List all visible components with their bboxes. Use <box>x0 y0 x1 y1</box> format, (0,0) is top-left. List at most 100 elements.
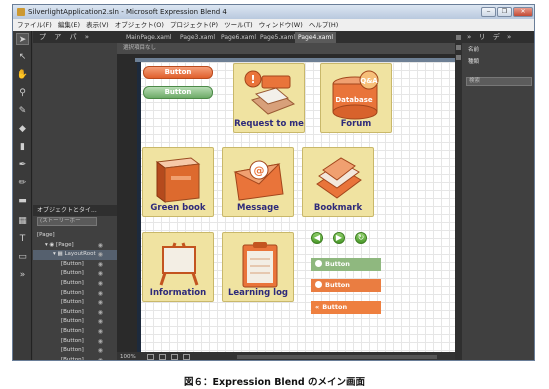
tile-request-to-me[interactable]: ! Request to me <box>233 63 305 133</box>
tab-page6[interactable]: Page6.xaml <box>218 32 259 43</box>
tab-page5[interactable]: Page5.xaml <box>257 32 298 43</box>
tab-more[interactable]: » <box>85 31 89 43</box>
panel-icon[interactable] <box>456 55 461 60</box>
pencil-tool-icon[interactable]: ✏ <box>16 177 29 189</box>
menu-project[interactable]: プロジェクト(P) <box>170 19 218 31</box>
tree-node[interactable]: ▾ ◉ [Page] ◉ <box>33 241 117 251</box>
visibility-eye-icon[interactable]: ◉ <box>98 289 103 299</box>
tab-parts[interactable]: パ <box>69 31 76 43</box>
visibility-eye-icon[interactable]: ◉ <box>98 241 103 251</box>
tab-collapse[interactable]: » <box>467 31 471 43</box>
tile-forum[interactable]: Q&A Database Forum <box>320 63 392 133</box>
visibility-eye-icon[interactable]: ◉ <box>98 327 103 337</box>
maximize-button[interactable]: ❐ <box>497 7 512 17</box>
effects-toggle-icon[interactable] <box>171 354 178 360</box>
tree-node[interactable]: [Button] ◉ <box>33 269 117 279</box>
svg-text:Q&A: Q&A <box>360 77 378 85</box>
tab-mainpage[interactable]: MainPage.xaml <box>123 32 175 43</box>
refresh-round-button[interactable]: ↻ <box>355 232 367 244</box>
visibility-eye-icon[interactable]: ◉ <box>98 279 103 289</box>
direct-selection-tool-icon[interactable]: ↖ <box>16 51 29 63</box>
left-panel: プ ア パ » オブジェクトとタイ... (ストーリーボー [Page] ▾ ◉ … <box>33 31 134 360</box>
tree-node[interactable]: [Page] <box>33 231 117 241</box>
tree-node[interactable]: [Button] ◉ <box>33 346 117 356</box>
visibility-eye-icon[interactable]: ◉ <box>98 346 103 356</box>
pin-icon[interactable] <box>456 35 461 40</box>
zoom-tool-icon[interactable]: ⚲ <box>16 87 29 99</box>
tree-node-label: [Button] <box>61 299 84 306</box>
tree-node[interactable]: [Button] ◉ <box>33 279 117 289</box>
tile-learning-log[interactable]: Learning log <box>222 232 294 302</box>
green-flat-button[interactable]: Button <box>311 258 381 271</box>
pan-tool-icon[interactable]: ✋ <box>16 69 29 81</box>
text-tool-icon[interactable]: T <box>16 233 29 245</box>
tab-assets[interactable]: ア <box>54 31 61 43</box>
menu-view[interactable]: 表示(V) <box>86 19 109 31</box>
visibility-eye-icon[interactable]: ◉ <box>98 260 103 270</box>
rectangle-tool-icon[interactable]: ▬ <box>16 195 29 207</box>
visibility-eye-icon[interactable]: ◉ <box>98 298 103 308</box>
visibility-eye-icon[interactable]: ◉ <box>98 337 103 347</box>
tab-projects[interactable]: プ <box>39 31 46 43</box>
visibility-eye-icon[interactable]: ◉ <box>98 317 103 327</box>
pen-tool-icon[interactable]: ✒ <box>16 159 29 171</box>
visibility-eye-icon[interactable]: ◉ <box>98 356 103 360</box>
tile-bookmark[interactable]: Bookmark <box>302 147 374 217</box>
layout-panel-tool-icon[interactable]: ▦ <box>16 215 29 227</box>
visibility-eye-icon[interactable]: ◉ <box>98 269 103 279</box>
close-button[interactable]: ✕ <box>513 7 533 17</box>
tree-node-label: [Button] <box>61 270 84 277</box>
tree-node[interactable]: [Button] ◉ <box>33 356 117 360</box>
tree-node[interactable]: [Button] ◉ <box>33 327 117 337</box>
grid-toggle-icon[interactable] <box>147 354 154 360</box>
tile-label: Request to me <box>234 119 304 129</box>
annotations-toggle-icon[interactable] <box>183 354 190 360</box>
tile-green-book[interactable]: Green book <box>142 147 214 217</box>
horizontal-scrollbar[interactable] <box>237 355 437 359</box>
snap-toggle-icon[interactable] <box>159 354 166 360</box>
orange-pill-button[interactable]: Button <box>143 66 213 79</box>
page-canvas[interactable]: Button Button ! Request to me Q&A Databa… <box>137 62 455 352</box>
tab-resources[interactable]: リ <box>479 31 486 43</box>
tile-information[interactable]: Information <box>142 232 214 302</box>
asset-tool-icon[interactable]: » <box>16 269 29 281</box>
menu-file[interactable]: ファイル(F) <box>17 19 52 31</box>
tab-more[interactable]: » <box>507 31 511 43</box>
paint-bucket-tool-icon[interactable]: ◆ <box>16 123 29 135</box>
control-tool-icon[interactable]: ▭ <box>16 251 29 263</box>
tree-node[interactable]: [Button] ◉ <box>33 298 117 308</box>
rewind-flat-button[interactable]: «Button <box>311 301 381 314</box>
tree-node[interactable]: [Button] ◉ <box>33 308 117 318</box>
property-search-input[interactable]: 検索 <box>466 77 532 86</box>
tab-page4[interactable]: Page4.xaml <box>295 32 336 43</box>
selection-tool-icon[interactable]: ➤ <box>16 33 29 45</box>
tree-node-label: [Button] <box>61 327 84 334</box>
eyedropper-tool-icon[interactable]: ✎ <box>16 105 29 117</box>
visibility-eye-icon[interactable]: ◉ <box>98 250 103 260</box>
back-round-button[interactable]: ◀ <box>311 232 323 244</box>
menu-help[interactable]: ヘルプ(H) <box>309 19 338 31</box>
minimize-button[interactable]: ‒ <box>481 7 496 17</box>
tree-node[interactable]: [Button] ◉ <box>33 317 117 327</box>
menu-object[interactable]: オブジェクト(O) <box>115 19 164 31</box>
menu-tools[interactable]: ツール(T) <box>224 19 253 31</box>
tree-node[interactable]: [Button] ◉ <box>33 289 117 299</box>
menu-edit[interactable]: 編集(E) <box>58 19 80 31</box>
zoom-level[interactable]: 100% <box>120 352 136 360</box>
tile-message[interactable]: @ Message <box>222 147 294 217</box>
visibility-eye-icon[interactable]: ◉ <box>98 308 103 318</box>
tree-node[interactable]: [Button] ◉ <box>33 337 117 347</box>
tab-data[interactable]: デ <box>493 31 500 43</box>
tab-page3[interactable]: Page3.xaml <box>177 32 218 43</box>
storyboard-picker[interactable]: (ストーリーボー <box>37 217 97 226</box>
menu-window[interactable]: ウィンドウ(W) <box>259 19 303 31</box>
app-icon <box>17 8 25 16</box>
window-title: SilverlightApplication2.sln - Microsoft … <box>28 8 227 16</box>
forward-round-button[interactable]: ▶ <box>333 232 345 244</box>
panel-icon[interactable] <box>456 45 461 50</box>
gradient-tool-icon[interactable]: ▮ <box>16 141 29 153</box>
green-pill-button[interactable]: Button <box>143 86 213 99</box>
tree-node[interactable]: [Button] ◉ <box>33 260 117 270</box>
orange-flat-button[interactable]: Button <box>311 279 381 292</box>
tree-node[interactable]: ▾ ▦ LayoutRoot ◉ <box>33 250 117 260</box>
